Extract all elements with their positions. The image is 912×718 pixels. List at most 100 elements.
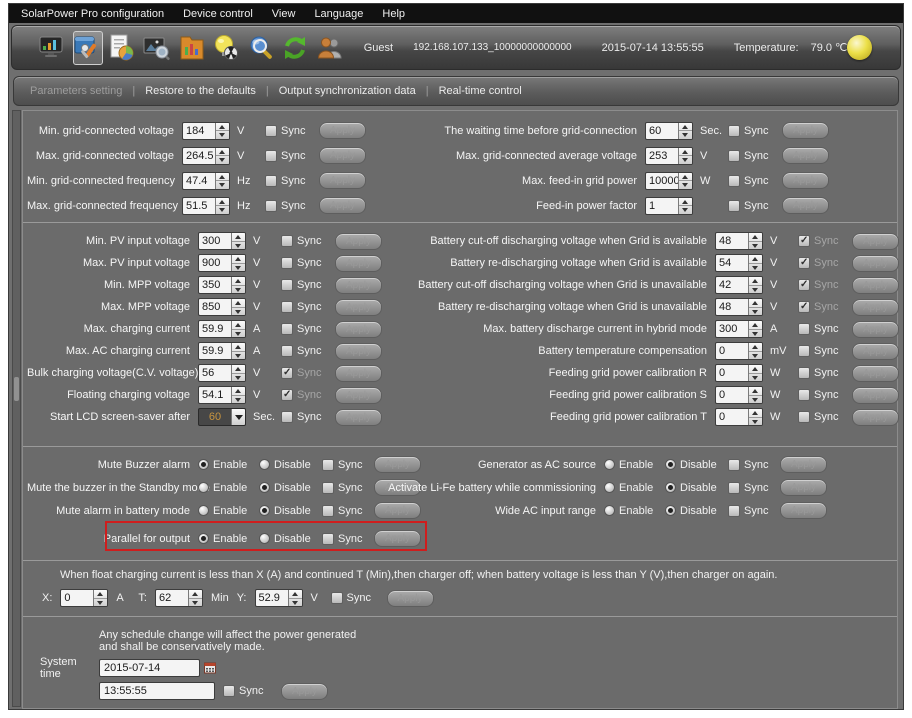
spinner-down-icon[interactable] [749, 308, 762, 316]
sync-checkbox[interactable] [798, 345, 810, 357]
sync-checkbox[interactable] [281, 301, 293, 313]
enable-radio[interactable] [198, 459, 209, 470]
spinner-down-icon[interactable] [232, 396, 245, 404]
menu-item[interactable]: Device control [183, 8, 253, 20]
apply-button[interactable]: Apply [852, 408, 899, 426]
disable-radio[interactable] [259, 459, 270, 470]
enable-radio[interactable] [198, 505, 209, 516]
disable-radio[interactable] [259, 482, 270, 493]
apply-button[interactable]: Apply [782, 122, 829, 139]
spinner[interactable] [748, 409, 762, 425]
value-input[interactable]: 60 [198, 408, 246, 426]
sync-checkbox[interactable] [798, 389, 810, 401]
sync-checkbox[interactable] [728, 504, 740, 517]
value-input[interactable]: 0 [715, 364, 763, 382]
spinner[interactable] [678, 197, 692, 214]
spinner-up-icon[interactable] [232, 233, 245, 242]
sync-checkbox[interactable] [281, 389, 293, 401]
spinner-down-icon[interactable] [232, 352, 245, 360]
sync-checkbox[interactable] [281, 323, 293, 335]
time-input[interactable]: 13:55:55 [99, 682, 215, 700]
disable-radio[interactable] [665, 482, 676, 493]
sync-checkbox[interactable] [798, 279, 810, 291]
sync-checkbox[interactable] [223, 685, 235, 697]
sync-checkbox[interactable] [265, 149, 277, 162]
spinner-up-icon[interactable] [749, 365, 762, 374]
value-input[interactable]: 0 [715, 408, 763, 426]
spinner[interactable] [748, 299, 762, 315]
value-input[interactable]: 300 [198, 232, 246, 250]
enable-radio[interactable] [604, 459, 615, 470]
sync-checkbox[interactable] [281, 235, 293, 247]
sync-checkbox[interactable] [281, 411, 293, 423]
value-input[interactable]: 54.1 [198, 386, 246, 404]
left-scrollbar[interactable] [12, 110, 21, 707]
spinner[interactable] [231, 343, 245, 359]
sync-checkbox[interactable] [728, 149, 740, 162]
sync-checkbox[interactable] [798, 257, 810, 269]
spinner[interactable] [678, 172, 692, 189]
enable-radio[interactable] [604, 482, 615, 493]
spinner[interactable] [187, 590, 202, 606]
sync-checkbox[interactable] [281, 257, 293, 269]
value-input[interactable]: 253 [645, 146, 693, 165]
value-input[interactable]: 48 [715, 232, 763, 250]
sync-checkbox[interactable] [798, 367, 810, 379]
alarm-icon[interactable] [211, 31, 241, 65]
spinner-up-icon[interactable] [749, 321, 762, 330]
report-icon[interactable] [108, 31, 138, 65]
apply-button[interactable]: Apply [782, 147, 829, 164]
apply-button[interactable]: Apply [852, 342, 899, 360]
spinner-down-icon[interactable] [232, 374, 245, 382]
value-input[interactable]: 56 [198, 364, 246, 382]
apply-button[interactable]: Apply [782, 197, 829, 214]
disable-radio[interactable] [259, 505, 270, 516]
tab-parameters-setting[interactable]: Parameters setting [30, 85, 122, 97]
spinner[interactable] [231, 299, 245, 315]
apply-button[interactable]: Apply [852, 254, 899, 272]
disable-radio[interactable] [665, 459, 676, 470]
spinner[interactable] [748, 343, 762, 359]
spinner[interactable] [748, 255, 762, 271]
spinner[interactable] [748, 233, 762, 249]
sync-checkbox[interactable] [798, 323, 810, 335]
monitor-chart-icon[interactable] [38, 31, 68, 65]
sync-checkbox[interactable] [265, 124, 277, 137]
apply-button[interactable]: Apply [852, 276, 899, 294]
spinner[interactable] [678, 122, 692, 139]
device-config-icon[interactable] [72, 30, 103, 65]
spinner-up-icon[interactable] [216, 173, 229, 181]
spinner-up-icon[interactable] [232, 255, 245, 264]
spinner-up-icon[interactable] [749, 343, 762, 352]
spinner[interactable] [287, 590, 302, 607]
value-input[interactable]: 900 [198, 254, 246, 272]
spinner-up-icon[interactable] [679, 148, 692, 156]
sync-checkbox[interactable] [281, 345, 293, 357]
value-input[interactable]: 264.5 [182, 146, 230, 165]
spinner[interactable] [678, 147, 692, 164]
value-input[interactable]: 184 [182, 121, 230, 140]
value-input[interactable]: 10000 [645, 171, 693, 190]
spinner-down-icon[interactable] [289, 599, 302, 607]
value-input[interactable]: 850 [198, 298, 246, 316]
dropdown-arrow-icon[interactable] [231, 409, 245, 425]
spinner-up-icon[interactable] [188, 590, 202, 599]
enable-radio[interactable] [198, 482, 209, 493]
tab-output-synchronization-data[interactable]: Output synchronization data [279, 85, 416, 97]
spinner-down-icon[interactable] [749, 286, 762, 294]
value-input[interactable]: 1 [645, 196, 693, 215]
spinner-up-icon[interactable] [232, 277, 245, 286]
menu-item[interactable]: SolarPower Pro configuration [21, 8, 164, 20]
spinner[interactable] [215, 197, 229, 214]
spinner-down-icon[interactable] [216, 156, 229, 164]
spinner-up-icon[interactable] [232, 343, 245, 352]
tab-restore-to-the-defaults[interactable]: Restore to the defaults [145, 85, 256, 97]
spinner-down-icon[interactable] [749, 264, 762, 272]
value-input[interactable]: 350 [198, 276, 246, 294]
spinner-down-icon[interactable] [749, 418, 762, 426]
spinner-up-icon[interactable] [232, 387, 245, 396]
sync-checkbox[interactable] [728, 481, 740, 494]
apply-button[interactable]: Apply [782, 172, 829, 189]
spinner-up-icon[interactable] [216, 123, 229, 131]
spinner-up-icon[interactable] [679, 173, 692, 181]
